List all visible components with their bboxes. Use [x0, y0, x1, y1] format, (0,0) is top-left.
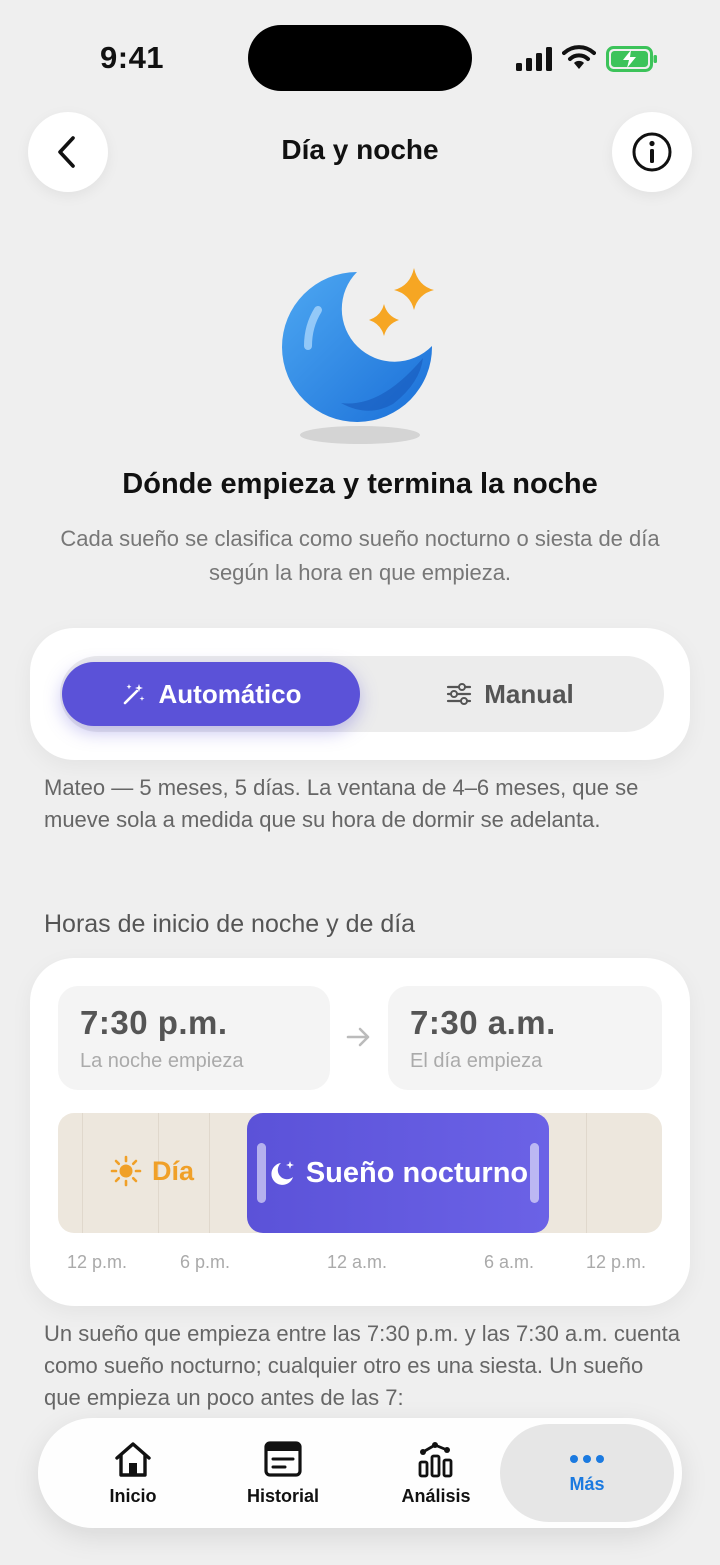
timeline-tick-label: 6 p.m. [180, 1252, 231, 1272]
arrow-right-icon [346, 1027, 370, 1047]
timeline-tick-label: 6 a.m. [484, 1252, 535, 1272]
day-segment: Día [110, 1155, 194, 1187]
moon-stars-illustration [282, 268, 434, 444]
chart-icon [418, 1441, 453, 1477]
tab-historial-label: Historial [246, 1485, 320, 1506]
info-button[interactable] [612, 112, 692, 192]
night-sleep-label: Sueño nocturno [305, 1156, 529, 1189]
day-segment-label: Día [152, 1155, 195, 1186]
battery-charging-icon [606, 46, 657, 72]
tab-bar: Inicio Historial Análisis Más [38, 1418, 682, 1528]
tab-mas-label: Más [569, 1473, 605, 1494]
day-night-timeline: Día Sueño nocturno [58, 1113, 662, 1233]
dynamic-island [248, 25, 472, 91]
night-start-box[interactable]: 7:30 p.m. La noche empieza [58, 986, 330, 1090]
day-start-label: El día empieza [410, 1050, 543, 1072]
range-start-handle[interactable] [257, 1143, 266, 1203]
mode-selector-card: Automático Manual [30, 628, 690, 760]
status-bar: 9:41 [0, 0, 720, 110]
timeline-tick-label: 12 p.m. [586, 1252, 647, 1272]
night-sleep-range[interactable]: Sueño nocturno [247, 1113, 549, 1233]
home-icon [115, 1441, 151, 1477]
history-list-icon [264, 1440, 302, 1477]
section-subtitle: Cada sueño se clasifica como sueño noctu… [60, 526, 660, 585]
sliders-icon [447, 683, 472, 705]
magic-wand-icon [123, 684, 144, 705]
night-start-label: La noche empieza [80, 1050, 244, 1072]
more-dots-icon [570, 1454, 604, 1463]
hours-section-label: Horas de inicio de noche y de día [44, 910, 416, 938]
day-start-box[interactable]: 7:30 a.m. El día empieza [388, 986, 662, 1090]
day-start-time: 7:30 a.m. [410, 1004, 556, 1041]
classification-explanation: Un sueño que empieza entre las 7:30 p.m.… [44, 1321, 680, 1410]
timeline-tick-label: 12 p.m. [67, 1252, 128, 1272]
info-icon [632, 132, 672, 172]
night-start-time: 7:30 p.m. [80, 1004, 228, 1041]
mode-automatic-label: Automático [158, 678, 302, 709]
mode-automatic-button[interactable]: Automático [62, 662, 360, 726]
age-window-note: Mateo — 5 meses, 5 días. La ventana de 4… [44, 775, 639, 832]
tab-inicio-label: Inicio [109, 1485, 157, 1506]
tab-mas[interactable]: Más [500, 1424, 674, 1522]
sun-icon [110, 1155, 142, 1187]
tab-historial[interactable]: Historial [208, 1418, 358, 1528]
tab-analisis[interactable]: Análisis [361, 1418, 511, 1528]
status-time: 9:41 [100, 40, 165, 75]
timeline-gridline [82, 1113, 83, 1233]
cellular-signal-icon [516, 47, 552, 71]
timeline-tick-label: 12 a.m. [327, 1252, 388, 1272]
range-end-handle[interactable] [530, 1143, 539, 1203]
mode-manual-button[interactable]: Manual [360, 662, 660, 726]
timeline-gridline [586, 1113, 587, 1233]
hours-card: 7:30 p.m. La noche empieza 7:30 a.m. El … [30, 958, 690, 1306]
timeline-gridline [209, 1113, 210, 1233]
tab-analisis-label: Análisis [401, 1485, 471, 1506]
wifi-icon [562, 45, 596, 69]
mode-manual-label: Manual [484, 678, 574, 709]
moon-stars-icon [271, 1161, 294, 1185]
section-headline: Dónde empieza y termina la noche [122, 468, 598, 500]
tab-inicio[interactable]: Inicio [58, 1418, 208, 1528]
